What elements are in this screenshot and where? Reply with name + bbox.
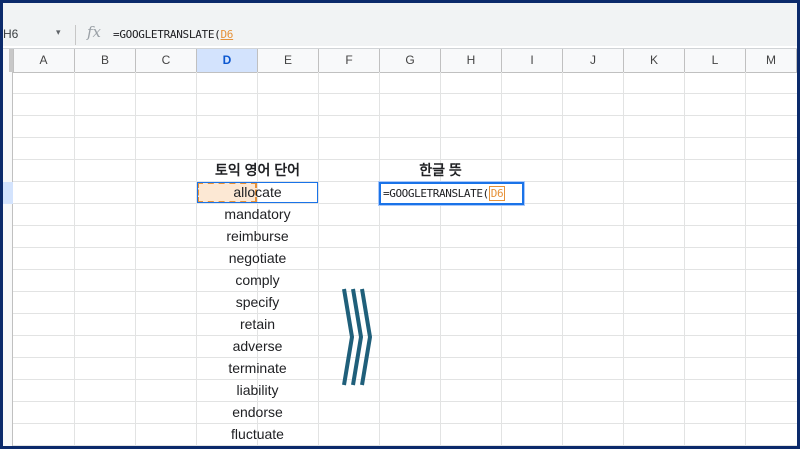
grid-line — [13, 291, 797, 292]
grid-line — [501, 72, 502, 446]
word-cell[interactable]: allocate — [197, 181, 318, 203]
grid-line — [13, 247, 797, 248]
grid-line — [318, 72, 319, 446]
column-header-b[interactable]: B — [75, 49, 136, 72]
column-header-i[interactable]: I — [502, 49, 563, 72]
grid-line — [684, 72, 685, 446]
grid-line — [13, 115, 797, 116]
grid-line — [562, 72, 563, 446]
active-cell-editor[interactable]: =GOOGLETRANSLATE(D6 — [378, 181, 525, 206]
grid-line — [13, 313, 797, 314]
editor-formula-reference: D6 — [488, 186, 506, 201]
grid-line — [135, 72, 136, 446]
triple-chevron-right-icon — [342, 288, 373, 386]
formula-prefix: =GOOGLETRANSLATE( — [113, 28, 221, 41]
grid-line — [13, 225, 797, 226]
column-header-a[interactable]: A — [13, 49, 75, 72]
column-header-e[interactable]: E — [258, 49, 319, 72]
grid-line — [13, 357, 797, 358]
cell-grid[interactable] — [13, 72, 797, 446]
word-cell[interactable]: retain — [197, 313, 318, 335]
column-header-j[interactable]: J — [563, 49, 624, 72]
column-header-m[interactable]: M — [746, 49, 797, 72]
word-cell[interactable]: endorse — [197, 401, 318, 423]
header-toeic-words[interactable]: 토익 영어 단어 — [197, 159, 318, 181]
editor-formula-prefix: =GOOGLETRANSLATE( — [383, 187, 489, 200]
column-header-k[interactable]: K — [624, 49, 685, 72]
word-cell[interactable]: mandatory — [197, 203, 318, 225]
word-cell[interactable]: comply — [197, 269, 318, 291]
word-cell[interactable]: specify — [197, 291, 318, 313]
word-cell[interactable]: negotiate — [197, 247, 318, 269]
column-header-c[interactable]: C — [136, 49, 197, 72]
fx-icon: fx — [87, 23, 102, 41]
grid-line — [745, 72, 746, 446]
word-cell[interactable]: adverse — [197, 335, 318, 357]
grid-line — [13, 423, 797, 424]
grid-line — [623, 72, 624, 446]
formula-input[interactable]: =GOOGLETRANSLATE(D6 — [113, 28, 233, 41]
chevron-down-icon[interactable]: ▾ — [56, 27, 61, 38]
column-header-l[interactable]: L — [685, 49, 746, 72]
row-header-selected[interactable] — [3, 182, 13, 204]
formula-bar: H6 ▾ fx =GOOGLETRANSLATE(D6 — [3, 3, 797, 46]
name-box[interactable]: H6 — [3, 27, 18, 41]
grid-line — [440, 72, 441, 446]
column-header-g[interactable]: G — [380, 49, 441, 72]
grid-line — [379, 72, 380, 446]
column-header-h[interactable]: H — [441, 49, 502, 72]
word-cell[interactable]: liability — [197, 379, 318, 401]
grid-line — [74, 72, 75, 446]
header-korean-meaning[interactable]: 한글 뜻 — [380, 159, 501, 181]
column-header-f[interactable]: F — [319, 49, 380, 72]
grid-line — [13, 137, 797, 138]
grid-line — [13, 379, 797, 380]
column-header-d[interactable]: D — [197, 49, 258, 72]
grid-line — [13, 93, 797, 94]
row-header-strip[interactable] — [3, 72, 13, 446]
word-cell[interactable]: fluctuate — [197, 423, 318, 445]
grid-line — [13, 401, 797, 402]
grid-line — [13, 335, 797, 336]
word-cell[interactable]: reimburse — [197, 225, 318, 247]
formula-reference: D6 — [220, 28, 234, 41]
word-cell[interactable]: terminate — [197, 357, 318, 379]
grid-line — [13, 269, 797, 270]
grid-line — [13, 445, 797, 446]
column-header-row: A B C D E F G H I J K L M — [3, 48, 797, 73]
formula-separator — [75, 25, 76, 45]
